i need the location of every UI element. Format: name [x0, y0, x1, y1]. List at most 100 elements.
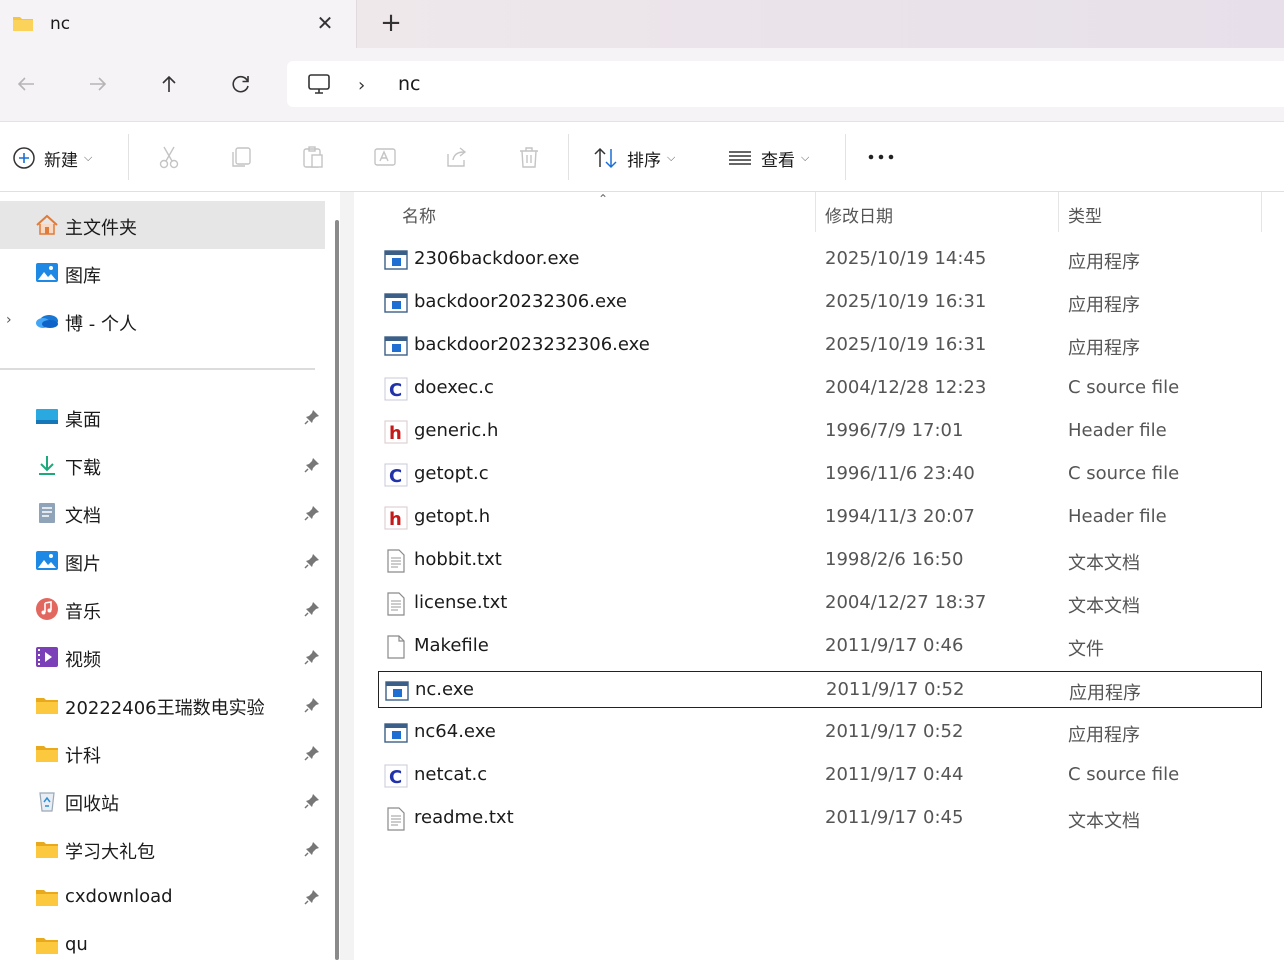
- sidebar-item-folder-qu[interactable]: qu: [0, 921, 325, 960]
- forward-button[interactable]: [80, 66, 116, 102]
- tab-title: nc: [50, 14, 71, 34]
- column-divider[interactable]: [815, 192, 816, 232]
- file-row[interactable]: Cdoexec.c 2004/12/28 12:23 C source file: [378, 370, 1262, 407]
- back-button[interactable]: [8, 66, 44, 102]
- breadcrumb-nc[interactable]: nc: [398, 73, 421, 95]
- pin-icon[interactable]: [304, 841, 320, 857]
- sidebar-item-documents[interactable]: 文档: [0, 489, 325, 537]
- pane-splitter[interactable]: [340, 192, 354, 960]
- column-header-type[interactable]: 类型: [1068, 202, 1102, 227]
- gallery-icon: [36, 263, 58, 282]
- svg-text:C: C: [389, 380, 402, 401]
- cut-button[interactable]: [154, 142, 184, 172]
- pin-icon[interactable]: [304, 457, 320, 473]
- file-row[interactable]: Cgetopt.c 1996/11/6 23:40 C source file: [378, 456, 1262, 493]
- chevron-right-icon[interactable]: ›: [358, 75, 365, 96]
- c-source-file-icon: C: [384, 463, 408, 487]
- file-row[interactable]: 2306backdoor.exe 2025/10/19 14:45 应用程序: [378, 241, 1262, 278]
- file-row[interactable]: nc64.exe 2011/9/17 0:52 应用程序: [378, 714, 1262, 751]
- file-type: C source file: [1068, 463, 1180, 484]
- more-options-button[interactable]: [866, 142, 896, 172]
- c-source-file-icon: C: [384, 764, 408, 788]
- pin-icon[interactable]: [304, 409, 320, 425]
- file-row[interactable]: backdoor2023232306.exe 2025/10/19 16:31 应用…: [378, 327, 1262, 364]
- copy-button[interactable]: [226, 142, 256, 172]
- sort-button[interactable]: 排序 ⌵: [593, 144, 675, 172]
- file-name: nc.exe: [415, 679, 474, 700]
- sidebar-item-gallery[interactable]: 图库: [0, 249, 325, 297]
- pin-icon[interactable]: [304, 505, 320, 521]
- file-row[interactable]: license.txt 2004/12/27 18:37 文本文档: [378, 585, 1262, 622]
- pin-icon[interactable]: [304, 649, 320, 665]
- pin-icon[interactable]: [304, 745, 320, 761]
- refresh-button[interactable]: [223, 66, 259, 102]
- refresh-icon: [232, 75, 249, 93]
- back-arrow-icon: [17, 77, 34, 91]
- sidebar-item-label: 主文件夹: [65, 218, 137, 239]
- file-name: license.txt: [414, 592, 508, 613]
- pin-icon[interactable]: [304, 793, 320, 809]
- chevron-down-icon: ⌵: [667, 151, 676, 164]
- column-header-date[interactable]: 修改日期: [825, 202, 893, 227]
- sidebar-item-folder-study[interactable]: 学习大礼包: [0, 825, 325, 873]
- file-date: 2011/9/17 0:46: [825, 635, 964, 656]
- file-list: ⌃ 名称 修改日期 类型 2306backdoor.exe 2025/10/19 …: [354, 192, 1284, 960]
- file-row[interactable]: readme.txt 2011/9/17 0:45 文本文档: [378, 800, 1262, 837]
- sidebar-item-recycle-bin[interactable]: 回收站: [0, 777, 325, 825]
- file-row[interactable]: backdoor20232306.exe 2025/10/19 16:31 应用程序: [378, 284, 1262, 321]
- c-source-file-icon: C: [384, 377, 408, 401]
- delete-button[interactable]: [514, 142, 544, 172]
- close-tab-icon[interactable]: ✕: [313, 11, 337, 35]
- up-button[interactable]: [151, 66, 187, 102]
- copy-icon: [232, 147, 251, 167]
- new-tab-icon[interactable]: +: [378, 10, 404, 37]
- share-button[interactable]: [442, 142, 472, 172]
- view-button[interactable]: 查看 ⌵: [727, 144, 809, 172]
- column-divider[interactable]: [1261, 192, 1262, 232]
- sidebar-item-folder-cxdownload[interactable]: cxdownload: [0, 873, 325, 921]
- sidebar-scrollbar[interactable]: [335, 220, 339, 960]
- address-bar[interactable]: › nc: [287, 61, 1284, 107]
- rename-button[interactable]: [370, 142, 400, 172]
- file-type: 应用程序: [1068, 252, 1140, 273]
- divider: [845, 134, 846, 180]
- new-label: 新建: [44, 150, 78, 171]
- column-header-name[interactable]: 名称: [402, 202, 436, 227]
- sidebar-item-folder-lab[interactable]: 20222406王瑞数电实验: [0, 681, 325, 729]
- navigation-pane: 主文件夹 图库 › 博 - 个人 桌面 下载 文档 图片 音乐 视频 20222…: [0, 192, 340, 960]
- sidebar-item-folder-jike[interactable]: 计科: [0, 729, 325, 777]
- file-row[interactable]: Cnetcat.c 2011/9/17 0:44 C source file: [378, 757, 1262, 794]
- sidebar-item-music[interactable]: 音乐: [0, 585, 325, 633]
- command-bar: 新建 ⌵ 排序 ⌵ 查看 ⌵: [0, 122, 1284, 192]
- file-row[interactable]: h getopt.h 1994/11/3 20:07 Header file: [378, 499, 1262, 536]
- svg-text:h: h: [389, 509, 402, 530]
- sidebar-item-videos[interactable]: 视频: [0, 633, 325, 681]
- file-row[interactable]: hobbit.txt 1998/2/6 16:50 文本文档: [378, 542, 1262, 579]
- pin-icon[interactable]: [304, 553, 320, 569]
- exe-file-icon: [384, 248, 408, 272]
- paste-button[interactable]: [298, 142, 328, 172]
- file-date: 1996/11/6 23:40: [825, 463, 975, 484]
- pin-icon[interactable]: [304, 697, 320, 713]
- chevron-right-icon[interactable]: ›: [6, 312, 12, 328]
- sidebar-item-downloads[interactable]: 下载: [0, 441, 325, 489]
- file-row[interactable]: h generic.h 1996/7/9 17:01 Header file: [378, 413, 1262, 450]
- tab-nc[interactable]: nc ✕: [0, 0, 357, 48]
- divider: [568, 134, 569, 180]
- sidebar-item-onedrive[interactable]: › 博 - 个人: [0, 297, 325, 345]
- pin-icon[interactable]: [304, 889, 320, 905]
- sidebar-item-pictures[interactable]: 图片: [0, 537, 325, 585]
- sidebar-item-desktop[interactable]: 桌面: [0, 393, 325, 441]
- desktop-icon: [36, 409, 58, 424]
- column-divider[interactable]: [1058, 192, 1059, 232]
- sidebar-item-label: cxdownload: [65, 886, 173, 907]
- this-pc-icon[interactable]: [307, 73, 331, 95]
- file-row[interactable]: Makefile 2011/9/17 0:46 文件: [378, 628, 1262, 665]
- svg-text:h: h: [389, 423, 402, 444]
- sidebar-divider: [0, 368, 315, 370]
- sidebar-item-home[interactable]: 主文件夹: [0, 201, 325, 249]
- sidebar-item-label: qu: [65, 934, 88, 955]
- new-button[interactable]: 新建 ⌵: [12, 144, 92, 172]
- file-row[interactable]: nc.exe 2011/9/17 0:52 应用程序: [378, 671, 1262, 708]
- pin-icon[interactable]: [304, 601, 320, 617]
